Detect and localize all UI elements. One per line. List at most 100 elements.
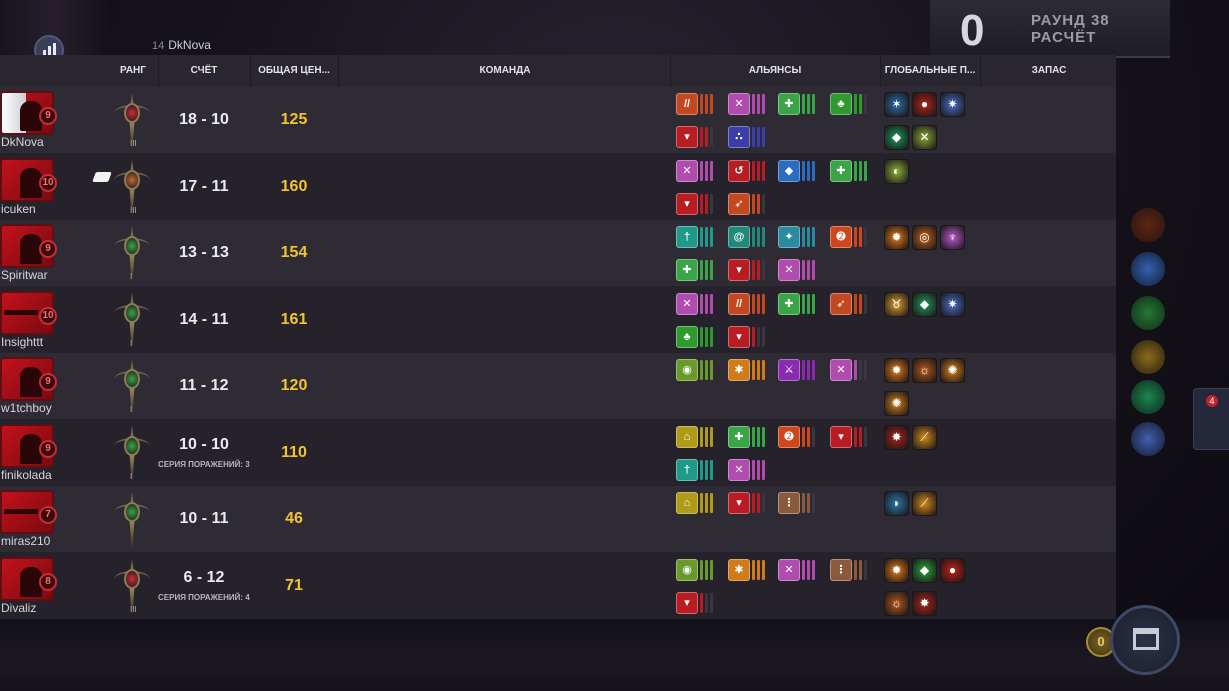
- alliance-badge[interactable]: ▾: [728, 325, 768, 348]
- alliance-tier-bar: [757, 493, 760, 513]
- emerald-icon[interactable]: ◆: [912, 557, 937, 583]
- water-drop-icon[interactable]: ◗: [884, 491, 909, 516]
- cyclone-icon[interactable]: ◎: [912, 225, 937, 250]
- alliance-badge[interactable]: ✚: [830, 159, 870, 182]
- alliance-badge[interactable]: ⌂: [676, 492, 716, 514]
- alliance-badge[interactable]: ♣: [676, 325, 716, 348]
- beast-rage-icon[interactable]: ✸: [912, 590, 937, 616]
- alliance-badge[interactable]: ◆: [778, 159, 818, 182]
- alliance-badge[interactable]: //: [728, 292, 768, 315]
- player-row[interactable]: 10 Insighttt I 14 - 11 161 ✕ // ✚ ➶ ♣ ▾ ♉ ◆ ✷: [0, 286, 1116, 353]
- alliance-badge[interactable]: ♣: [830, 93, 870, 115]
- alliance-badge[interactable]: //: [676, 93, 716, 115]
- alliance-badge[interactable]: ✚: [778, 93, 818, 115]
- alliance-badge[interactable]: †: [676, 458, 716, 481]
- player-row[interactable]: 8 Divaliz III 6 - 12 СЕРИЯ ПОРАЖЕНИЙ: 4 71 ◉ ✱ ✕…: [0, 552, 1116, 619]
- sun-ring-icon[interactable]: ☼: [884, 590, 909, 616]
- col-rank[interactable]: РАНГ: [110, 65, 156, 76]
- alliance-badge[interactable]: ✕: [778, 558, 818, 581]
- alliance-badge[interactable]: ✕: [728, 458, 768, 481]
- col-net-worth[interactable]: ОБЩАЯ ЦЕН...: [252, 65, 336, 76]
- player-row[interactable]: 9 Spiritwar I 13 - 13 154 † @ ✦ ➋ ✚ ▾ ✕ ✹ ◎ ♆: [0, 220, 1116, 286]
- player-row[interactable]: 9 finikolada I 10 - 10 СЕРИЯ ПОРАЖЕНИЙ: 3 110…: [0, 419, 1116, 486]
- beast-rage-icon[interactable]: ✸: [884, 424, 909, 450]
- alliance-tier-bar: [807, 493, 810, 513]
- sun-ring-icon[interactable]: ☼: [912, 358, 937, 383]
- crossed-blades-icon: ✕: [728, 458, 750, 481]
- alliance-badge[interactable]: ▾: [728, 492, 768, 514]
- fire-ring-icon[interactable]: ●: [912, 92, 937, 117]
- alliance-badge[interactable]: @: [728, 226, 768, 248]
- alliance-badge[interactable]: ∴: [728, 126, 768, 148]
- star-burst-icon[interactable]: ✷: [940, 92, 965, 117]
- potion-icon[interactable]: ◐: [884, 158, 909, 184]
- alliance-badge[interactable]: ◉: [676, 359, 716, 381]
- slash-icon[interactable]: ⟋: [912, 424, 937, 450]
- alliance-badge[interactable]: ✱: [728, 359, 768, 381]
- alliance-badge[interactable]: ✕: [778, 259, 818, 281]
- alliance-badge[interactable]: ✱: [728, 558, 768, 581]
- tri-claw-icon[interactable]: ✕: [912, 125, 937, 150]
- alliance-badge[interactable]: ↺: [728, 159, 768, 182]
- alliance-tier-bar: [859, 559, 862, 580]
- alliance-badge[interactable]: †: [676, 226, 716, 248]
- alliance-badge[interactable]: ⌂: [676, 425, 716, 448]
- gear-burst-icon[interactable]: ✺: [940, 358, 965, 383]
- alliance-tier-bar: [757, 293, 760, 314]
- alliance-badge[interactable]: ▾: [728, 259, 768, 281]
- alliance-tier-bar: [710, 193, 713, 214]
- spirit-icon[interactable]: ♆: [940, 225, 965, 250]
- shop-button[interactable]: [1110, 605, 1180, 675]
- alliance-badge[interactable]: ▾: [676, 591, 716, 614]
- alliance-badge[interactable]: ➶: [728, 192, 768, 215]
- alliance-badge[interactable]: ▾: [676, 126, 716, 148]
- alliance-badge[interactable]: ✚: [676, 259, 716, 281]
- col-alliances[interactable]: АЛЬЯНСЫ: [672, 65, 878, 76]
- alliance-badge[interactable]: ➋: [830, 226, 870, 248]
- shield-cross-icon: ✚: [778, 93, 800, 115]
- rank-pips: I: [130, 471, 133, 481]
- emerald-icon[interactable]: ◆: [912, 291, 937, 317]
- horned-skull-icon[interactable]: ♉: [884, 291, 909, 317]
- alliance-tier-bar: [757, 160, 760, 181]
- alliance-badge[interactable]: ➋: [778, 425, 818, 448]
- star-burst-icon[interactable]: ✷: [940, 291, 965, 317]
- col-team[interactable]: КОМАНДА: [340, 65, 670, 76]
- col-score[interactable]: СЧЁТ: [164, 65, 244, 76]
- alliance-badge[interactable]: ✕: [728, 93, 768, 115]
- player-row[interactable]: 9 DkNova III 18 - 10 125//✕ ✚ ♣ ▾ ∴ ✶ ● ✷ ◆ ✕: [0, 87, 1116, 153]
- bench-panel[interactable]: 4: [1193, 388, 1229, 450]
- player-row[interactable]: 9 w1tchboy I 11 - 12 120 ◉ ✱ ⚔ ✕ ✹ ☼ ✺ ✺: [0, 353, 1116, 419]
- alliance-badge[interactable]: ⚔: [778, 359, 818, 381]
- alliance-badge[interactable]: ✚: [778, 292, 818, 315]
- sparkle-icon: ✦: [778, 226, 800, 248]
- ice-shard-icon[interactable]: ✶: [884, 92, 909, 117]
- emerald-icon[interactable]: ◆: [884, 125, 909, 150]
- alliance-badge[interactable]: ✚: [728, 425, 768, 448]
- alliance-badge[interactable]: ✦: [778, 226, 818, 248]
- slash-icon[interactable]: ⟋: [912, 491, 937, 516]
- rank-emblem-icon: I: [114, 359, 150, 414]
- side-item-icon: [1131, 340, 1165, 374]
- alliance-tier-bar: [864, 559, 867, 580]
- player-row[interactable]: 7 miras210 10 - 11 46 ⌂ ▾ ⋮ ◗ ⟋: [0, 486, 1116, 552]
- alliance-badge[interactable]: ▾: [676, 192, 716, 215]
- hook-icon: ↺: [728, 159, 750, 182]
- alliance-badge[interactable]: ✕: [676, 292, 716, 315]
- alliance-badge[interactable]: ➶: [830, 292, 870, 315]
- explosion-icon[interactable]: ✹: [884, 557, 909, 583]
- col-bench[interactable]: ЗАПАС: [982, 65, 1116, 76]
- player-row[interactable]: 10 icuken III 17 - 11 160 ✕ ↺ ◆ ✚ ▾ ➶ ◐: [0, 153, 1116, 220]
- gear-burst-icon[interactable]: ✺: [884, 391, 909, 416]
- alliance-badge[interactable]: ◉: [676, 558, 716, 581]
- alliance-badge[interactable]: ⋮: [778, 492, 818, 514]
- alliance-badge[interactable]: ▾: [830, 425, 870, 448]
- explosion-icon[interactable]: ✹: [884, 225, 909, 250]
- rank-emblem-icon: [114, 492, 150, 546]
- col-global-items[interactable]: ГЛОБАЛЬНЫЕ П...: [880, 65, 980, 76]
- fire-ring-icon[interactable]: ●: [940, 557, 965, 583]
- explosion-icon[interactable]: ✹: [884, 358, 909, 383]
- alliance-badge[interactable]: ✕: [676, 159, 716, 182]
- alliance-badge[interactable]: ⋮: [830, 558, 870, 581]
- alliance-badge[interactable]: ✕: [830, 359, 870, 381]
